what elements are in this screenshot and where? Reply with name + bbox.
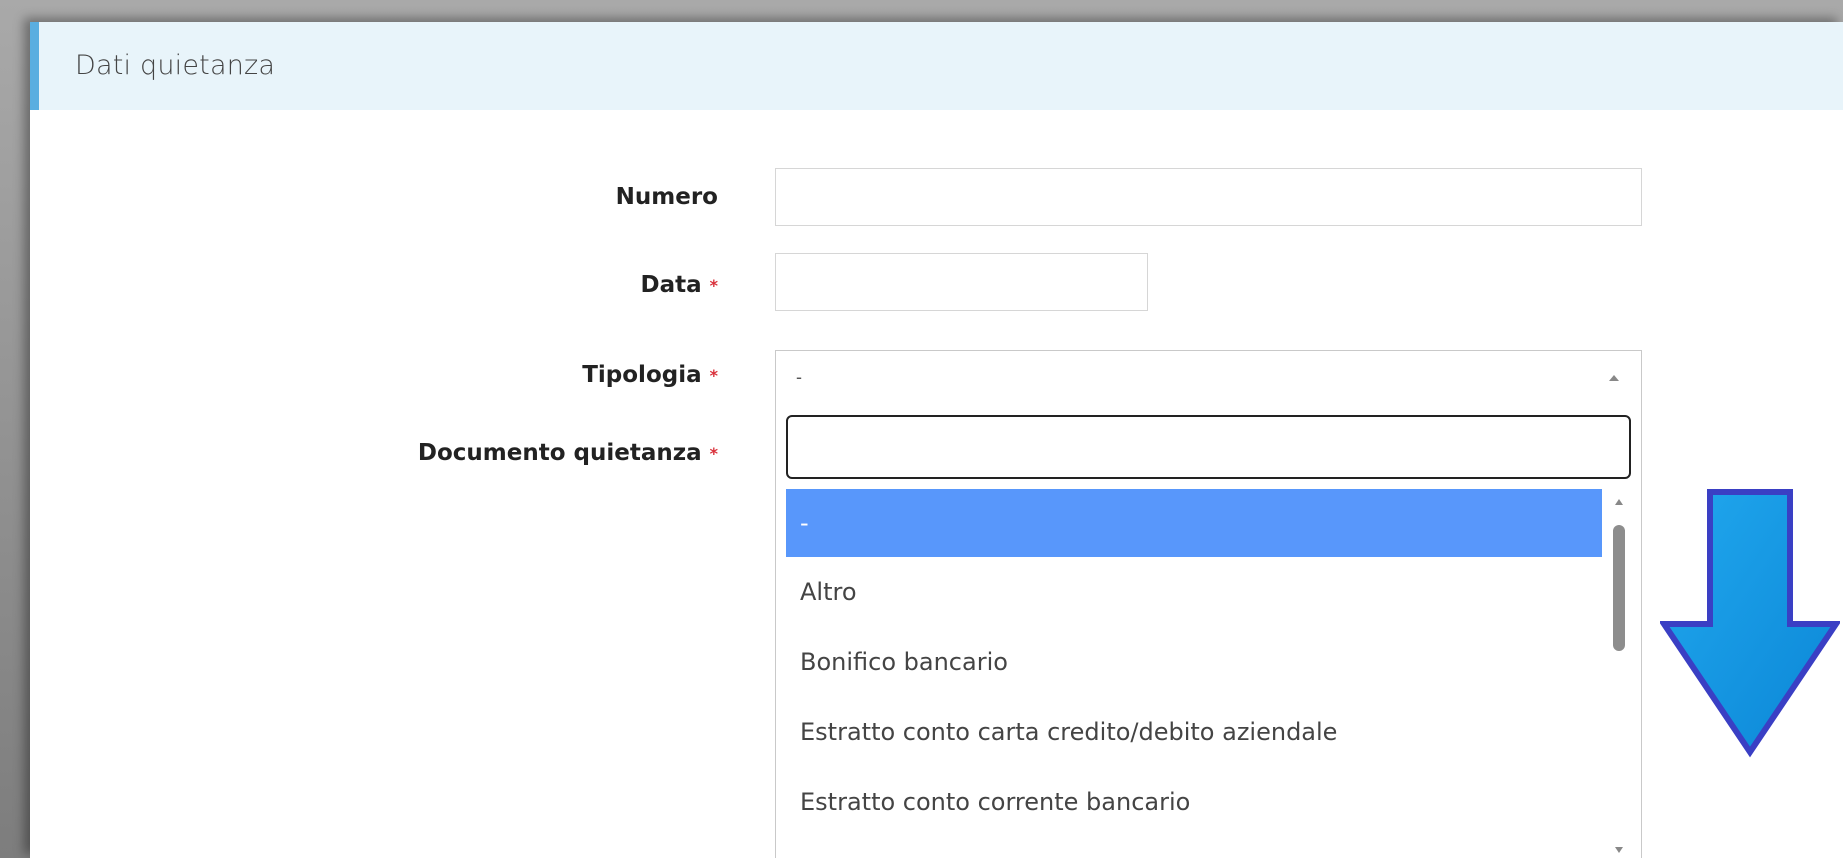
tipologia-required-mark: * — [709, 366, 718, 385]
scroll-down-icon[interactable] — [1615, 847, 1623, 853]
tipologia-label: Tipologia * — [582, 362, 718, 388]
down-arrow-icon — [1660, 489, 1840, 758]
numero-label-text: Numero — [615, 184, 718, 210]
data-input[interactable] — [775, 253, 1148, 311]
data-required-mark: * — [709, 276, 718, 295]
data-label-text: Data — [640, 272, 702, 298]
dropdown-option-dash[interactable]: - — [786, 489, 1602, 557]
panel-title: Dati quietanza — [75, 50, 276, 81]
numero-input[interactable] — [775, 168, 1642, 226]
tipologia-label-text: Tipologia — [582, 362, 702, 388]
documento-quietanza-label: Documento quietanza * — [418, 440, 718, 466]
documento-required-mark: * — [709, 444, 718, 463]
scrollbar-thumb[interactable] — [1613, 525, 1625, 651]
data-label: Data * — [640, 272, 718, 298]
caret-up-icon — [1609, 375, 1619, 381]
dropdown-scrollbar[interactable] — [1608, 489, 1630, 858]
numero-label: Numero — [616, 184, 718, 210]
dropdown-search-input[interactable] — [786, 415, 1631, 479]
quietanza-panel: Dati quietanza Numero Data * Tipologia * -… — [30, 22, 1843, 858]
dropdown-option-bonifico[interactable]: Bonifico bancario — [786, 627, 1602, 697]
tipologia-selected-value: - — [796, 367, 802, 387]
scroll-up-icon[interactable] — [1615, 499, 1623, 505]
dropdown-options-list: - Altro Bonifico bancario Estratto conto… — [786, 489, 1602, 837]
panel-header: Dati quietanza — [30, 22, 1843, 110]
dropdown-option-altro[interactable]: Altro — [786, 557, 1602, 627]
tipologia-dropdown: - Altro Bonifico bancario Estratto conto… — [775, 405, 1642, 858]
screenshot-frame: Dati quietanza Numero Data * Tipologia * -… — [0, 0, 1843, 858]
tipologia-select[interactable]: - — [775, 350, 1642, 406]
dropdown-option-estratto-conto[interactable]: Estratto conto corrente bancario — [786, 767, 1602, 837]
dropdown-option-estratto-carta[interactable]: Estratto conto carta credito/debito azie… — [786, 697, 1602, 767]
documento-label-text: Documento quietanza — [417, 440, 702, 466]
